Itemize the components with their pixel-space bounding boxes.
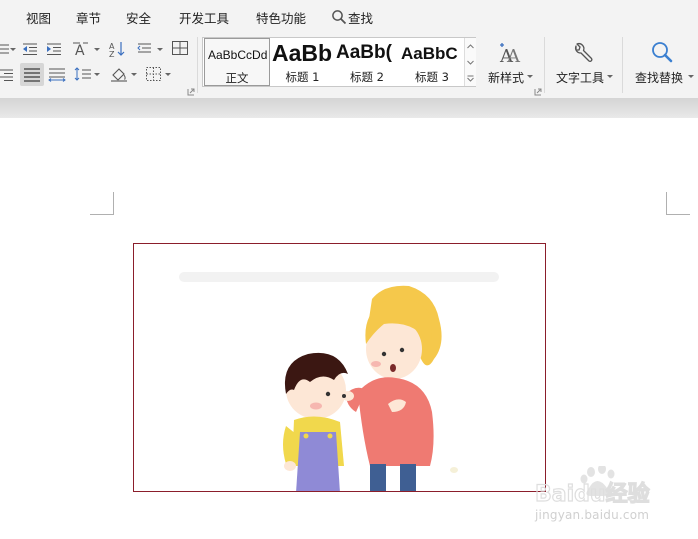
borders-icon[interactable]: [145, 66, 163, 82]
style-preview-normal: AaBbCcDd: [208, 48, 268, 62]
crop-mark: [90, 214, 114, 215]
new-style-icon: AA: [496, 41, 522, 67]
style-name-normal: 正文: [225, 71, 249, 85]
dialog-launcher-icon[interactable]: [187, 88, 195, 96]
menu-item-special-features[interactable]: 特色功能: [256, 8, 306, 27]
wrench-icon: [569, 41, 595, 67]
table-layout-icon[interactable]: [171, 40, 189, 56]
mother-figure: [342, 285, 442, 491]
chevron-down-icon[interactable]: [94, 73, 100, 76]
chevron-down-icon: [527, 75, 533, 78]
gallery-scroll-down-icon[interactable]: [465, 54, 476, 70]
bullets-icon[interactable]: [0, 41, 10, 57]
menu-item-chapter[interactable]: 章节: [76, 8, 101, 27]
chevron-down-icon[interactable]: [131, 73, 137, 76]
justify-align-icon[interactable]: [20, 63, 44, 86]
svg-text:A: A: [506, 46, 521, 65]
crop-mark: [113, 192, 114, 214]
styles-gallery: AaBbCcDd 正文 AaBb 标题 1 AaBb( 标题 2 AaBbC 标…: [202, 37, 476, 87]
menu-bar: 视图 章节 安全 开发工具 特色功能 查找: [0, 0, 698, 32]
find-replace-button[interactable]: 查找替换: [628, 37, 694, 89]
sort-icon[interactable]: AZ: [108, 41, 126, 57]
menu-item-security[interactable]: 安全: [126, 8, 151, 27]
group-divider: [622, 37, 623, 93]
text-tools-button[interactable]: 文字工具: [550, 37, 614, 89]
chevron-down-icon[interactable]: [157, 48, 163, 51]
chevron-down-icon[interactable]: [165, 73, 171, 76]
new-style-label: 新样式: [487, 71, 524, 85]
menu-item-developer-tools[interactable]: 开发工具: [179, 8, 229, 27]
style-name-heading-2: 标题 2: [350, 70, 384, 84]
gallery-scrollbar: [464, 38, 476, 86]
style-preview-heading-2: AaBb(: [336, 42, 392, 63]
inserted-image[interactable]: [133, 243, 546, 492]
style-name-heading-1: 标题 1: [285, 70, 320, 84]
text-tools-label: 文字工具: [555, 71, 604, 85]
magnifier-icon: [649, 40, 675, 66]
svg-text:Z: Z: [109, 50, 115, 57]
gallery-scroll-up-icon[interactable]: [465, 38, 476, 54]
text-direction-icon[interactable]: A: [72, 41, 90, 57]
cartoon-illustration: [179, 272, 499, 491]
chevron-down-icon: [607, 75, 613, 78]
crop-mark: [666, 192, 667, 214]
group-divider: [197, 37, 198, 93]
align-right-icon[interactable]: [0, 67, 14, 83]
chevron-down-icon[interactable]: [10, 48, 16, 51]
watermark-url: jingyan.baidu.com: [535, 508, 650, 522]
boy-figure: [283, 352, 348, 491]
ribbon-shadow: [0, 98, 698, 118]
svg-text:A: A: [75, 43, 85, 57]
style-heading-1[interactable]: AaBb 标题 1: [271, 38, 334, 86]
increase-indent-icon[interactable]: [45, 41, 63, 57]
find-replace-label: 查找替换: [634, 71, 683, 85]
menu-item-view[interactable]: 视图: [26, 8, 51, 27]
menu-item-find[interactable]: 查找: [348, 8, 373, 27]
style-name-heading-3: 标题 3: [415, 70, 449, 84]
style-heading-2[interactable]: AaBb( 标题 2: [335, 38, 399, 86]
chevron-down-icon: [688, 75, 694, 78]
style-heading-3[interactable]: AaBbC 标题 3: [400, 38, 464, 86]
style-preview-heading-1: AaBb: [272, 40, 333, 66]
search-icon[interactable]: [331, 9, 347, 25]
svg-text:Baidu经验: Baidu经验: [535, 481, 650, 507]
new-style-button[interactable]: AA 新样式: [482, 37, 534, 89]
group-divider: [544, 37, 545, 93]
crop-mark: [666, 214, 690, 215]
decrease-indent-icon[interactable]: [21, 41, 39, 57]
chevron-down-icon[interactable]: [94, 48, 100, 51]
paragraph-spacing-icon[interactable]: [74, 66, 92, 82]
shading-icon[interactable]: [110, 66, 128, 82]
style-normal[interactable]: AaBbCcDd 正文: [204, 38, 270, 86]
dialog-launcher-icon[interactable]: [534, 88, 542, 96]
line-spacing-icon[interactable]: [137, 41, 155, 57]
gallery-expand-icon[interactable]: [465, 70, 476, 86]
style-preview-heading-3: AaBbC: [401, 44, 458, 63]
distributed-align-icon[interactable]: [48, 66, 66, 82]
